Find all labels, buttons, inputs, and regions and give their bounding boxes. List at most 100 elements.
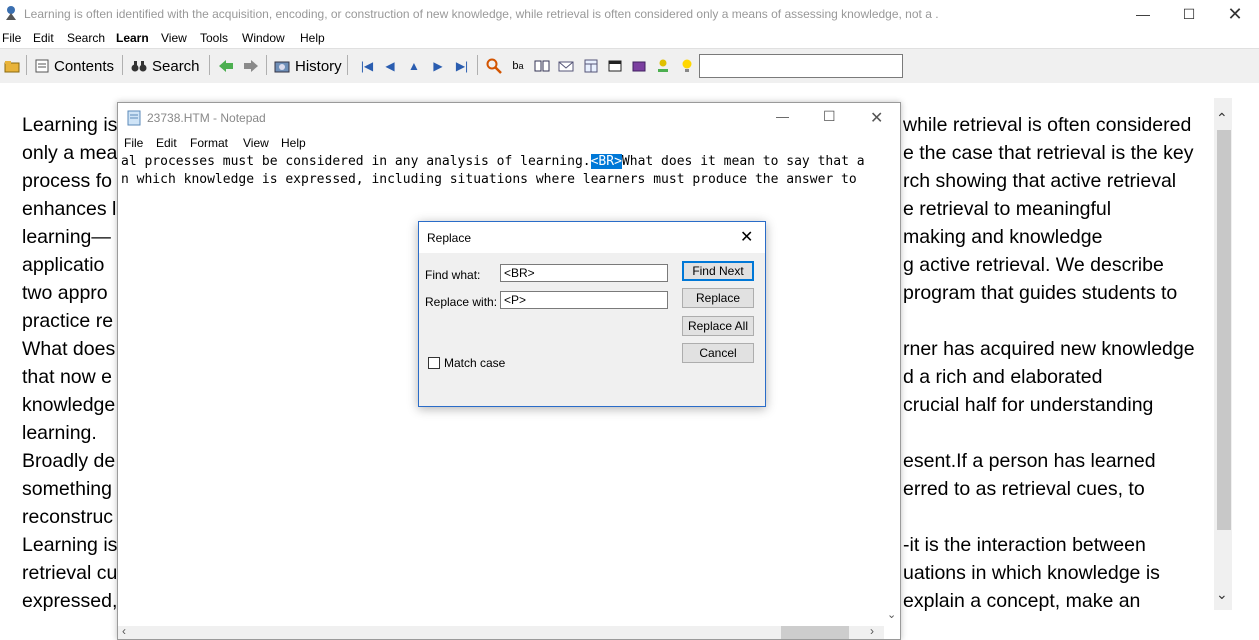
replace-with-label: Replace with: — [425, 295, 498, 309]
notepad-menu-view[interactable]: View — [243, 136, 269, 150]
document-line-left: process fo — [22, 170, 112, 192]
document-line-left: practice re — [22, 310, 114, 332]
replace-all-button[interactable]: Replace All — [682, 316, 754, 336]
notepad-hscroll-thumb[interactable] — [781, 626, 849, 639]
notepad-icon — [127, 110, 141, 131]
next-icon[interactable]: ▶ — [429, 57, 447, 75]
menu-edit[interactable]: Edit — [33, 31, 54, 45]
document-line-left: Learning is — [22, 114, 118, 136]
scroll-down-icon[interactable]: ⌄ — [1216, 586, 1228, 603]
notepad-menu-file[interactable]: File — [124, 136, 143, 150]
back-arrow-icon[interactable] — [217, 57, 235, 75]
replace-dialog: Replace ✕ Find what: Replace with: Match… — [418, 221, 766, 407]
document-line-left: knowledge — [22, 394, 116, 416]
translate-icon[interactable]: ba — [509, 57, 527, 75]
window-icon[interactable] — [606, 57, 624, 75]
notepad-title: 23738.HTM - Notepad — [147, 111, 266, 125]
document-line-left: expressed, — [22, 590, 118, 612]
replace-button[interactable]: Replace — [682, 288, 754, 308]
lightbulb-icon[interactable] — [678, 57, 696, 75]
document-line-left: that now e — [22, 366, 112, 388]
maximize-icon: ☐ — [1182, 5, 1196, 22]
open-folder-icon[interactable] — [3, 57, 21, 75]
document-line-left: What does — [22, 338, 116, 360]
menu-learn[interactable]: Learn — [116, 31, 149, 45]
notepad-vertical-scrollbar[interactable]: ⌄ — [884, 152, 900, 622]
replace-dialog-title: Replace — [427, 231, 472, 245]
magnifier-icon[interactable] — [485, 57, 503, 75]
document-line-right: -it is the interaction between — [903, 534, 1146, 556]
document-line-left: learning. — [22, 422, 97, 444]
notepad-close-button[interactable]: ✕ — [870, 108, 883, 128]
close-icon: ✕ — [1227, 3, 1243, 24]
document-scroll-thumb[interactable] — [1217, 130, 1231, 530]
notepad-menu-help[interactable]: Help — [281, 136, 306, 150]
document-line-right: erred to as retrieval cues, to — [903, 478, 1145, 500]
contents-icon[interactable] — [33, 57, 51, 75]
document-line-right: d a rich and elaborated — [903, 366, 1103, 388]
last-page-icon[interactable]: ▶| — [453, 57, 471, 75]
replace-with-input[interactable] — [500, 291, 668, 309]
search-button[interactable]: Search — [152, 58, 200, 75]
document-line-left: applicatio — [22, 254, 105, 276]
notepad-title-bar: 23738.HTM - Notepad — ☐ ✕ — [118, 103, 900, 133]
forward-arrow-icon[interactable] — [242, 57, 260, 75]
main-title-bar: Learning is often identified with the ac… — [0, 0, 1259, 28]
replace-dialog-close-button[interactable]: ✕ — [740, 227, 753, 247]
first-page-icon[interactable]: |◀ — [358, 57, 376, 75]
camera-icon[interactable] — [273, 57, 291, 75]
menu-file[interactable]: File — [2, 31, 21, 45]
document-line-left: something — [22, 478, 112, 500]
notepad-minimize-button[interactable]: — — [776, 109, 789, 124]
find-what-input[interactable] — [500, 264, 668, 282]
notepad-scroll-left-icon[interactable]: ‹ — [122, 624, 126, 638]
scroll-up-icon[interactable]: ⌃ — [1216, 110, 1228, 127]
menu-search[interactable]: Search — [67, 31, 105, 45]
menu-view[interactable]: View — [161, 31, 187, 45]
toolbar-search-input[interactable] — [699, 54, 903, 78]
up-icon[interactable]: ▲ — [405, 57, 423, 75]
document-line-right: e the case that retrieval is the key — [903, 142, 1194, 164]
notepad-menu-format[interactable]: Format — [190, 136, 228, 150]
binoculars-icon[interactable] — [130, 57, 148, 75]
contents-button[interactable]: Contents — [54, 58, 114, 75]
notepad-scroll-right-icon[interactable]: › — [870, 624, 874, 638]
find-what-label: Find what: — [425, 268, 481, 282]
history-button[interactable]: History — [295, 58, 342, 75]
window-title: Learning is often identified with the ac… — [24, 7, 939, 21]
document-line-right: rch showing that active retrieval — [903, 170, 1177, 192]
document-line-left: retrieval cu — [22, 562, 118, 584]
previous-icon[interactable]: ◀ — [381, 57, 399, 75]
document-line-left: only a mea — [22, 142, 118, 164]
minimize-button[interactable]: — — [1120, 0, 1166, 28]
maximize-button[interactable]: ☐ — [1166, 0, 1212, 28]
document-line-left: Learning is — [22, 534, 118, 556]
minimize-icon: — — [1136, 6, 1150, 22]
document-line-left: enhances l — [22, 198, 117, 220]
book-icon[interactable] — [533, 57, 551, 75]
network-icon[interactable] — [654, 57, 672, 75]
document-line-left: two appro — [22, 282, 108, 304]
table-icon[interactable] — [582, 57, 600, 75]
notepad-scroll-down-icon[interactable]: ⌄ — [887, 608, 896, 621]
menu-tools[interactable]: Tools — [200, 31, 228, 45]
document-line-right: explain a concept, make an — [903, 590, 1141, 612]
close-button[interactable]: ✕ — [1212, 0, 1258, 28]
mail-icon[interactable] — [557, 57, 575, 75]
notepad-menu-edit[interactable]: Edit — [156, 136, 177, 150]
notepad-maximize-button[interactable]: ☐ — [823, 108, 836, 125]
match-case-checkbox[interactable] — [428, 357, 440, 369]
document-line-right: making and knowledge — [903, 226, 1103, 248]
main-toolbar: Contents Search History |◀ ◀ ▲ ▶ ▶| ba — [0, 48, 1259, 84]
app-icon — [3, 5, 19, 21]
find-next-button[interactable]: Find Next — [682, 261, 754, 281]
document-line-right: program that guides students to — [903, 282, 1178, 304]
document-line-right: g active retrieval. We describe — [903, 254, 1164, 276]
books-icon[interactable] — [630, 57, 648, 75]
menu-help[interactable]: Help — [300, 31, 325, 45]
menu-window[interactable]: Window — [242, 31, 285, 45]
match-case-label: Match case — [444, 356, 506, 370]
document-line-right: rner has acquired new knowledge — [903, 338, 1195, 360]
cancel-button[interactable]: Cancel — [682, 343, 754, 363]
notepad-horizontal-scrollbar[interactable]: ‹ › — [118, 624, 884, 639]
